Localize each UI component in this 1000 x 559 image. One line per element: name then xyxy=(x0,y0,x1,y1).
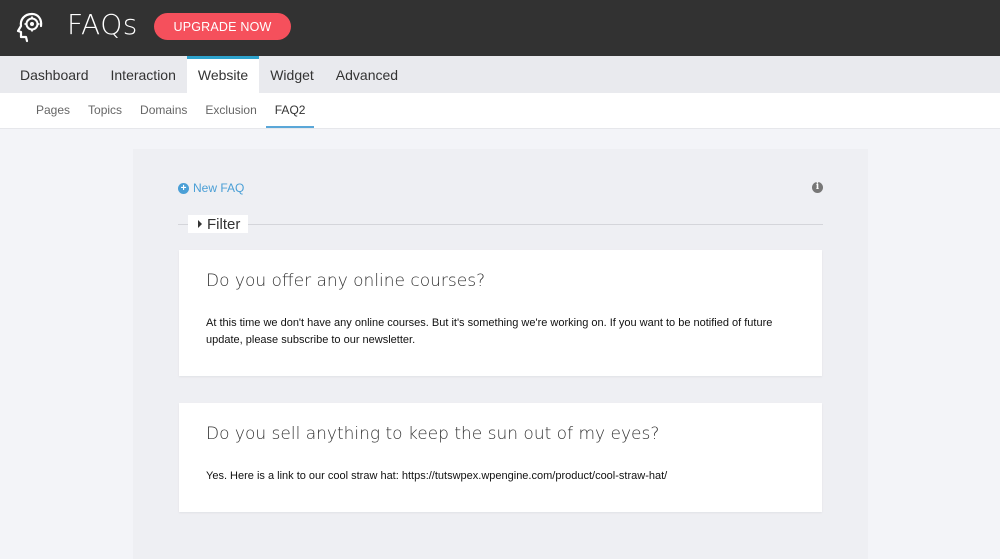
new-faq-link[interactable]: + New FAQ xyxy=(178,181,244,195)
upgrade-now-button[interactable]: UPGRADE NOW xyxy=(154,13,291,40)
top-bar: FAQs UPGRADE NOW xyxy=(0,0,1000,56)
filter-divider xyxy=(178,224,823,225)
info-icon[interactable]: i xyxy=(812,182,823,193)
main-nav: Dashboard Interaction Website Widget Adv… xyxy=(0,56,1000,93)
faq-answer: Yes. Here is a link to our cool straw ha… xyxy=(206,470,668,482)
subtab-faq2[interactable]: FAQ2 xyxy=(265,93,315,128)
faq-item[interactable]: Do you offer any online courses? At this… xyxy=(179,250,822,376)
filter-toggle[interactable]: Filter xyxy=(188,215,249,233)
faq-answer: At this time we don't have any online co… xyxy=(206,317,773,346)
plus-circle-icon: + xyxy=(178,182,189,194)
sub-nav: Pages Topics Domains Exclusion FAQ2 xyxy=(0,93,1000,129)
subtab-pages[interactable]: Pages xyxy=(27,93,79,128)
caret-right-icon xyxy=(198,220,202,228)
faq-item[interactable]: Do you sell anything to keep the sun out… xyxy=(179,403,822,512)
new-faq-label: New FAQ xyxy=(193,181,245,195)
head-gear-icon[interactable] xyxy=(14,11,46,43)
tab-widget[interactable]: Widget xyxy=(259,56,325,93)
tab-interaction[interactable]: Interaction xyxy=(100,56,187,93)
subtab-exclusion[interactable]: Exclusion xyxy=(196,93,265,128)
filter-label: Filter xyxy=(207,215,241,233)
faq-question: Do you offer any online courses? xyxy=(206,271,486,291)
faq-question: Do you sell anything to keep the sun out… xyxy=(206,424,660,444)
tab-dashboard[interactable]: Dashboard xyxy=(9,56,100,93)
subtab-domains[interactable]: Domains xyxy=(131,93,196,128)
app-title: FAQs xyxy=(67,8,138,41)
tab-website[interactable]: Website xyxy=(186,56,260,93)
subtab-topics[interactable]: Topics xyxy=(79,93,131,128)
tab-advanced[interactable]: Advanced xyxy=(325,56,409,93)
